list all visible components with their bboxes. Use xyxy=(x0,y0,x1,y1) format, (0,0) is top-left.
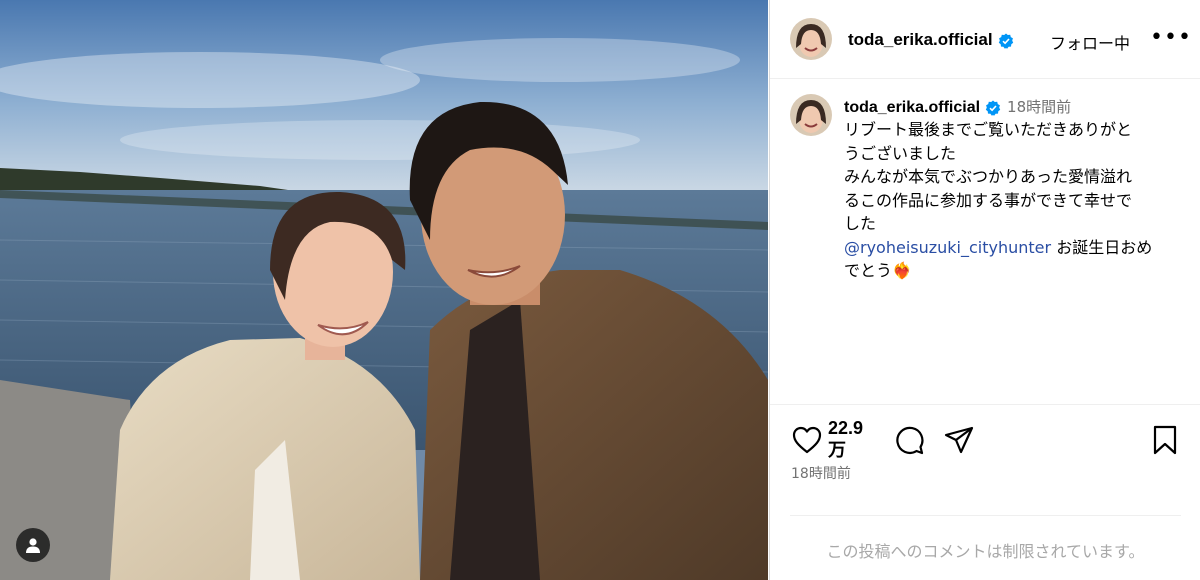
action-bar: 22.9 万 18時間前 xyxy=(770,405,1200,510)
verified-badge-icon xyxy=(985,100,1001,116)
caption-username[interactable]: toda_erika.official xyxy=(844,99,980,116)
caption-section: toda_erika.official 18時間前 リブート最後までご覧いただき… xyxy=(770,80,1200,400)
like-count-unit[interactable]: 万 xyxy=(828,439,878,461)
caption-line: @ryoheisuzuki_cityhunter お誕生日おめ xyxy=(844,236,1184,260)
following-button[interactable]: フォロー中 xyxy=(1050,30,1130,54)
caption-text: リブート最後までご覧いただきありがと うございました みんなが本気でぶつかりあっ… xyxy=(844,118,1184,283)
like-count-number[interactable]: 22.9 xyxy=(828,417,878,439)
caption-line: うございました xyxy=(844,143,957,163)
post-author-username[interactable]: toda_erika.official xyxy=(848,30,1014,50)
avatar[interactable] xyxy=(790,18,832,60)
save-button[interactable] xyxy=(1148,423,1182,457)
user-icon xyxy=(26,538,40,553)
tagged-users-button[interactable] xyxy=(16,528,50,562)
share-icon xyxy=(944,426,974,454)
profile-picture xyxy=(790,18,832,60)
comment-area: この投稿へのコメントは制限されています。 xyxy=(790,515,1181,580)
like-button[interactable] xyxy=(790,423,824,457)
verified-badge-icon xyxy=(998,33,1013,49)
post-side-panel: toda_erika.official フォロー中 ••• toda_erika… xyxy=(769,0,1200,580)
post-header: toda_erika.official フォロー中 ••• xyxy=(770,0,1200,79)
heart-on-fire-emoji: ❤️‍🔥 xyxy=(892,261,912,280)
mention-link[interactable]: @ryoheisuzuki_cityhunter xyxy=(844,238,1051,257)
caption-avatar[interactable] xyxy=(790,94,832,136)
caption-line: でとう❤️‍🔥 xyxy=(844,259,1184,283)
like-count[interactable]: 22.9 万 xyxy=(828,417,878,461)
more-options-icon[interactable]: ••• xyxy=(1150,25,1192,51)
caption-header: toda_erika.official 18時間前 xyxy=(844,96,1071,117)
caption-line: みんなが本気でぶつかりあった愛情溢れ xyxy=(844,167,1133,186)
share-button[interactable] xyxy=(942,423,976,457)
comment-icon xyxy=(896,426,924,455)
post-photo[interactable] xyxy=(0,0,768,580)
bookmark-icon xyxy=(1153,425,1177,455)
comments-restricted-notice: この投稿へのコメントは制限されています。 xyxy=(826,542,1145,561)
heart-icon xyxy=(792,426,822,454)
caption-line: リブート最後までご覧いただきありがと xyxy=(844,120,1133,139)
caption-timestamp[interactable]: 18時間前 xyxy=(1007,98,1071,116)
post-image xyxy=(0,0,768,580)
comment-button[interactable] xyxy=(892,423,926,457)
profile-picture xyxy=(790,94,832,136)
post-time[interactable]: 18時間前 xyxy=(791,463,851,483)
caption-line-suffix: お誕生日おめ xyxy=(1056,237,1153,257)
username-text[interactable]: toda_erika.official xyxy=(848,30,993,49)
caption-line-text: でとう xyxy=(844,261,893,280)
caption-line: るこの作品に参加する事ができて幸せで xyxy=(844,190,1133,210)
caption-line: した xyxy=(844,214,877,233)
